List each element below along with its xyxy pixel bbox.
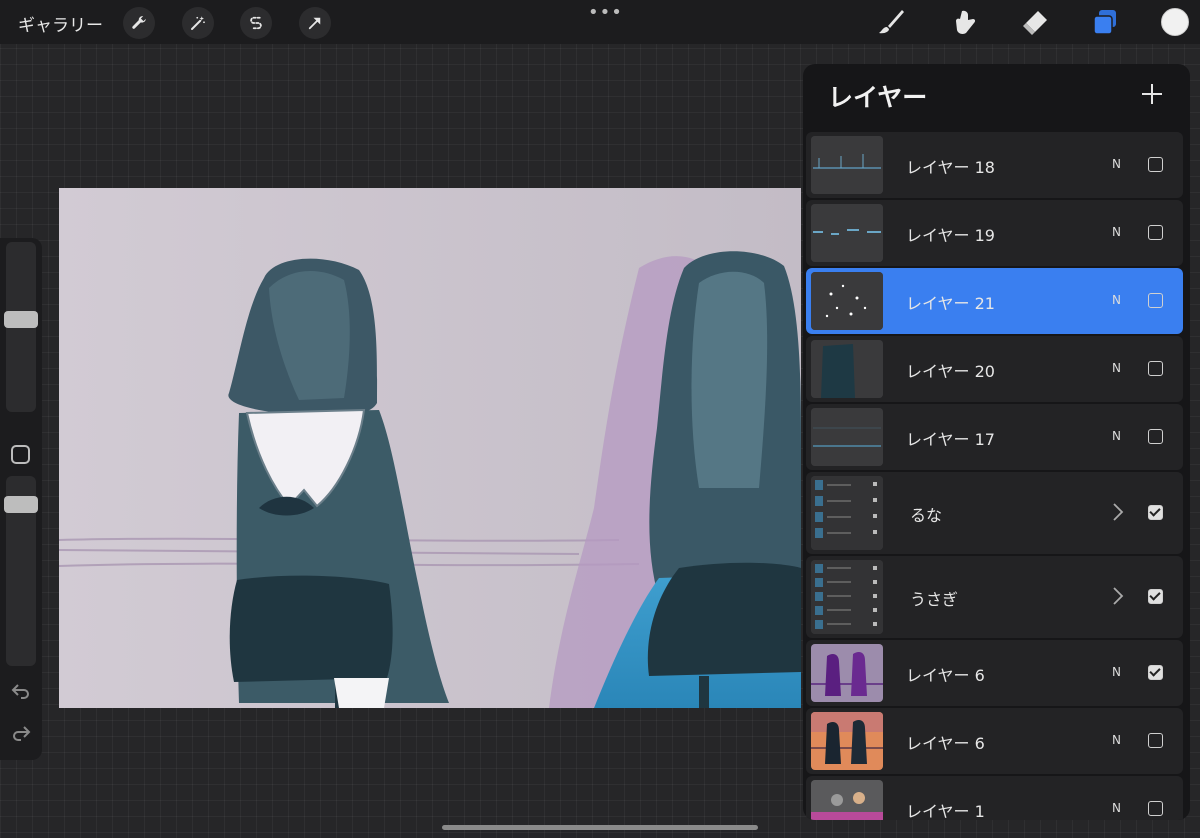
layer-thumbnail xyxy=(811,136,883,194)
layer-name: レイヤー 20 xyxy=(906,362,995,381)
blend-mode-button[interactable]: N xyxy=(1112,293,1121,307)
chevron-right-icon[interactable] xyxy=(1112,586,1124,606)
layers-panel-title: レイヤー xyxy=(828,83,928,112)
blend-mode-button[interactable]: N xyxy=(1112,801,1121,815)
layer-visibility-checkbox[interactable] xyxy=(1148,225,1163,240)
blend-mode-button[interactable]: N xyxy=(1112,665,1121,679)
layer-name: レイヤー 21 xyxy=(906,294,995,313)
group-name: うさぎ xyxy=(910,590,959,609)
layer-row[interactable]: レイヤー 19 N xyxy=(806,200,1183,266)
transform-arrow-icon[interactable] xyxy=(299,7,331,39)
blend-mode-button[interactable]: N xyxy=(1112,157,1121,171)
layer-thumbnail xyxy=(811,204,883,262)
layer-visibility-checkbox[interactable] xyxy=(1148,733,1163,748)
layer-name: レイヤー 17 xyxy=(906,430,995,449)
layer-visibility-checkbox[interactable] xyxy=(1148,505,1163,520)
selection-s-icon[interactable] xyxy=(240,7,272,39)
gallery-button[interactable]: ギャラリー xyxy=(18,11,103,36)
layer-row[interactable]: レイヤー 20 N xyxy=(806,336,1183,402)
blend-mode-button[interactable]: N xyxy=(1112,225,1121,239)
layer-visibility-checkbox[interactable] xyxy=(1148,361,1163,376)
layers-panel: レイヤー レイヤー 18 N レイヤー 19 N レイヤー 21 N レイヤー … xyxy=(803,64,1190,820)
layer-group-row[interactable]: うさぎ xyxy=(806,556,1183,638)
adjustments-wand-icon[interactable] xyxy=(182,7,214,39)
layer-row[interactable]: レイヤー 6 N xyxy=(806,640,1183,706)
chevron-right-icon[interactable] xyxy=(1112,502,1124,522)
group-name: るな xyxy=(910,506,943,525)
left-sidebar xyxy=(0,238,42,760)
layer-name: レイヤー 19 xyxy=(906,226,995,245)
brush-icon[interactable] xyxy=(876,7,906,37)
artwork-illustration xyxy=(59,188,801,708)
redo-icon[interactable] xyxy=(10,724,32,742)
layer-visibility-checkbox[interactable] xyxy=(1148,801,1163,816)
eraser-icon[interactable] xyxy=(1020,7,1050,37)
actions-wrench-icon[interactable] xyxy=(123,7,155,39)
layer-thumbnail xyxy=(811,272,883,330)
layer-row[interactable]: レイヤー 17 N xyxy=(806,404,1183,470)
layer-visibility-checkbox[interactable] xyxy=(1148,665,1163,680)
opacity-handle[interactable] xyxy=(4,496,38,513)
drawing-canvas[interactable] xyxy=(59,188,801,708)
layer-thumbnail xyxy=(811,712,883,770)
blend-mode-button[interactable]: N xyxy=(1112,429,1121,443)
layer-name: レイヤー 6 xyxy=(906,666,985,685)
layers-icon[interactable] xyxy=(1090,7,1120,37)
layer-row-selected[interactable]: レイヤー 21 N xyxy=(806,268,1183,334)
smudge-icon[interactable] xyxy=(950,7,980,37)
layer-name: レイヤー 6 xyxy=(906,734,985,753)
layer-group-row[interactable]: るな xyxy=(806,472,1183,554)
layer-visibility-checkbox[interactable] xyxy=(1148,589,1163,604)
layer-thumbnail xyxy=(811,644,883,702)
group-thumbnail xyxy=(811,476,883,550)
group-thumbnail xyxy=(811,560,883,634)
layer-row[interactable]: レイヤー 18 N xyxy=(806,132,1183,198)
layer-row[interactable]: レイヤー 1 N xyxy=(806,776,1183,820)
home-indicator[interactable] xyxy=(442,825,758,830)
layer-name: レイヤー 1 xyxy=(906,802,985,820)
add-layer-plus-icon[interactable] xyxy=(1139,81,1165,107)
layer-visibility-checkbox[interactable] xyxy=(1148,157,1163,172)
layer-visibility-checkbox[interactable] xyxy=(1148,429,1163,444)
brush-size-handle[interactable] xyxy=(4,311,38,328)
layer-thumbnail xyxy=(811,340,883,398)
layer-visibility-checkbox[interactable] xyxy=(1148,293,1163,308)
more-dots-icon[interactable]: ••• xyxy=(588,2,623,23)
layer-row[interactable]: レイヤー 6 N xyxy=(806,708,1183,774)
layer-thumbnail xyxy=(811,408,883,466)
color-picker-swatch[interactable] xyxy=(1161,8,1189,36)
blend-mode-button[interactable]: N xyxy=(1112,733,1121,747)
modify-square-button[interactable] xyxy=(11,445,30,464)
undo-icon[interactable] xyxy=(10,682,32,700)
layer-name: レイヤー 18 xyxy=(906,158,995,177)
layer-thumbnail xyxy=(811,780,883,820)
blend-mode-button[interactable]: N xyxy=(1112,361,1121,375)
top-toolbar: ギャラリー ••• xyxy=(0,0,1200,44)
